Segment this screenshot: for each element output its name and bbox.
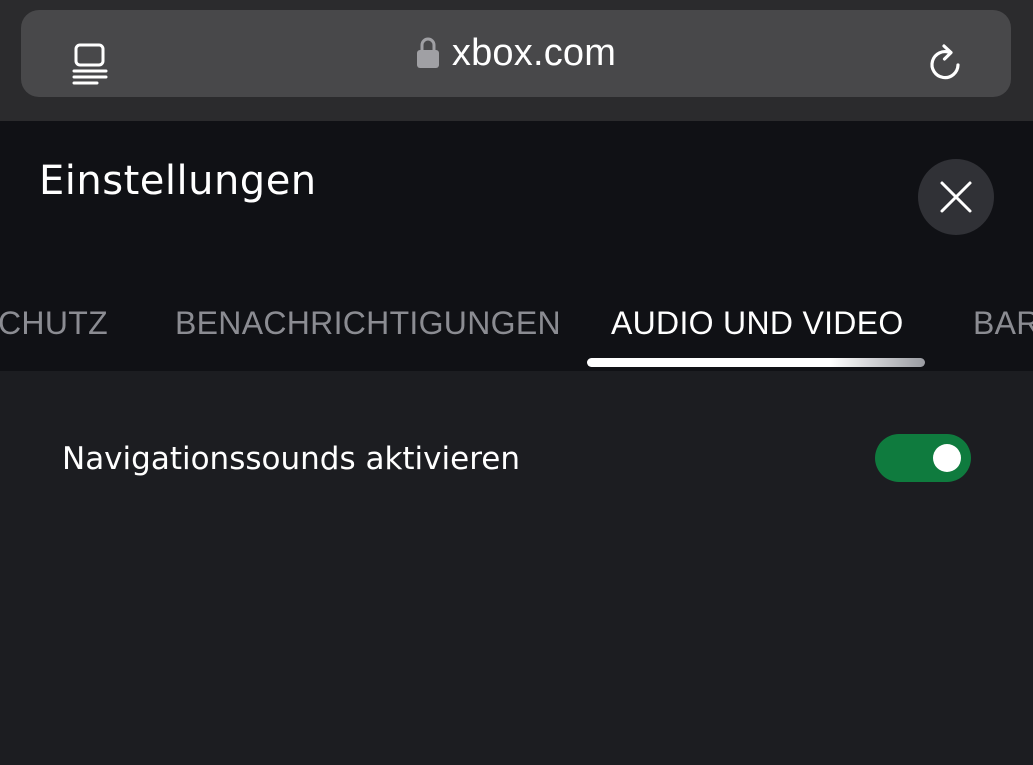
active-tab-indicator xyxy=(587,358,925,367)
settings-tabs: CHUTZ BENACHRICHTIGUNGEN AUDIO UND VIDEO… xyxy=(0,297,1033,371)
tab-barrierefreiheit[interactable]: BAR xyxy=(973,305,1033,342)
tab-benachrichtigungen[interactable]: BENACHRICHTIGUNGEN xyxy=(175,305,561,342)
settings-header: Einstellungen CHUTZ BENACHRICHTIGUNGEN A… xyxy=(0,121,1033,371)
page-title: Einstellungen xyxy=(39,158,317,204)
url-display: xbox.com xyxy=(21,10,1011,97)
url-text: xbox.com xyxy=(451,32,617,74)
tab-datenschutz[interactable]: CHUTZ xyxy=(0,305,108,342)
tab-audio-und-video[interactable]: AUDIO UND VIDEO xyxy=(611,305,904,342)
toggle-knob xyxy=(933,444,961,472)
address-bar[interactable]: xbox.com xyxy=(21,10,1011,97)
navigation-sounds-label: Navigationssounds aktivieren xyxy=(62,441,520,477)
close-button[interactable] xyxy=(918,159,994,235)
browser-chrome: xbox.com xyxy=(0,0,1033,121)
navigation-sounds-toggle[interactable] xyxy=(875,434,971,482)
settings-content: Navigationssounds aktivieren xyxy=(0,371,1033,765)
close-icon xyxy=(940,181,972,213)
reload-icon[interactable] xyxy=(925,40,967,86)
reader-mode-icon[interactable] xyxy=(69,40,111,86)
lock-icon xyxy=(416,37,439,68)
